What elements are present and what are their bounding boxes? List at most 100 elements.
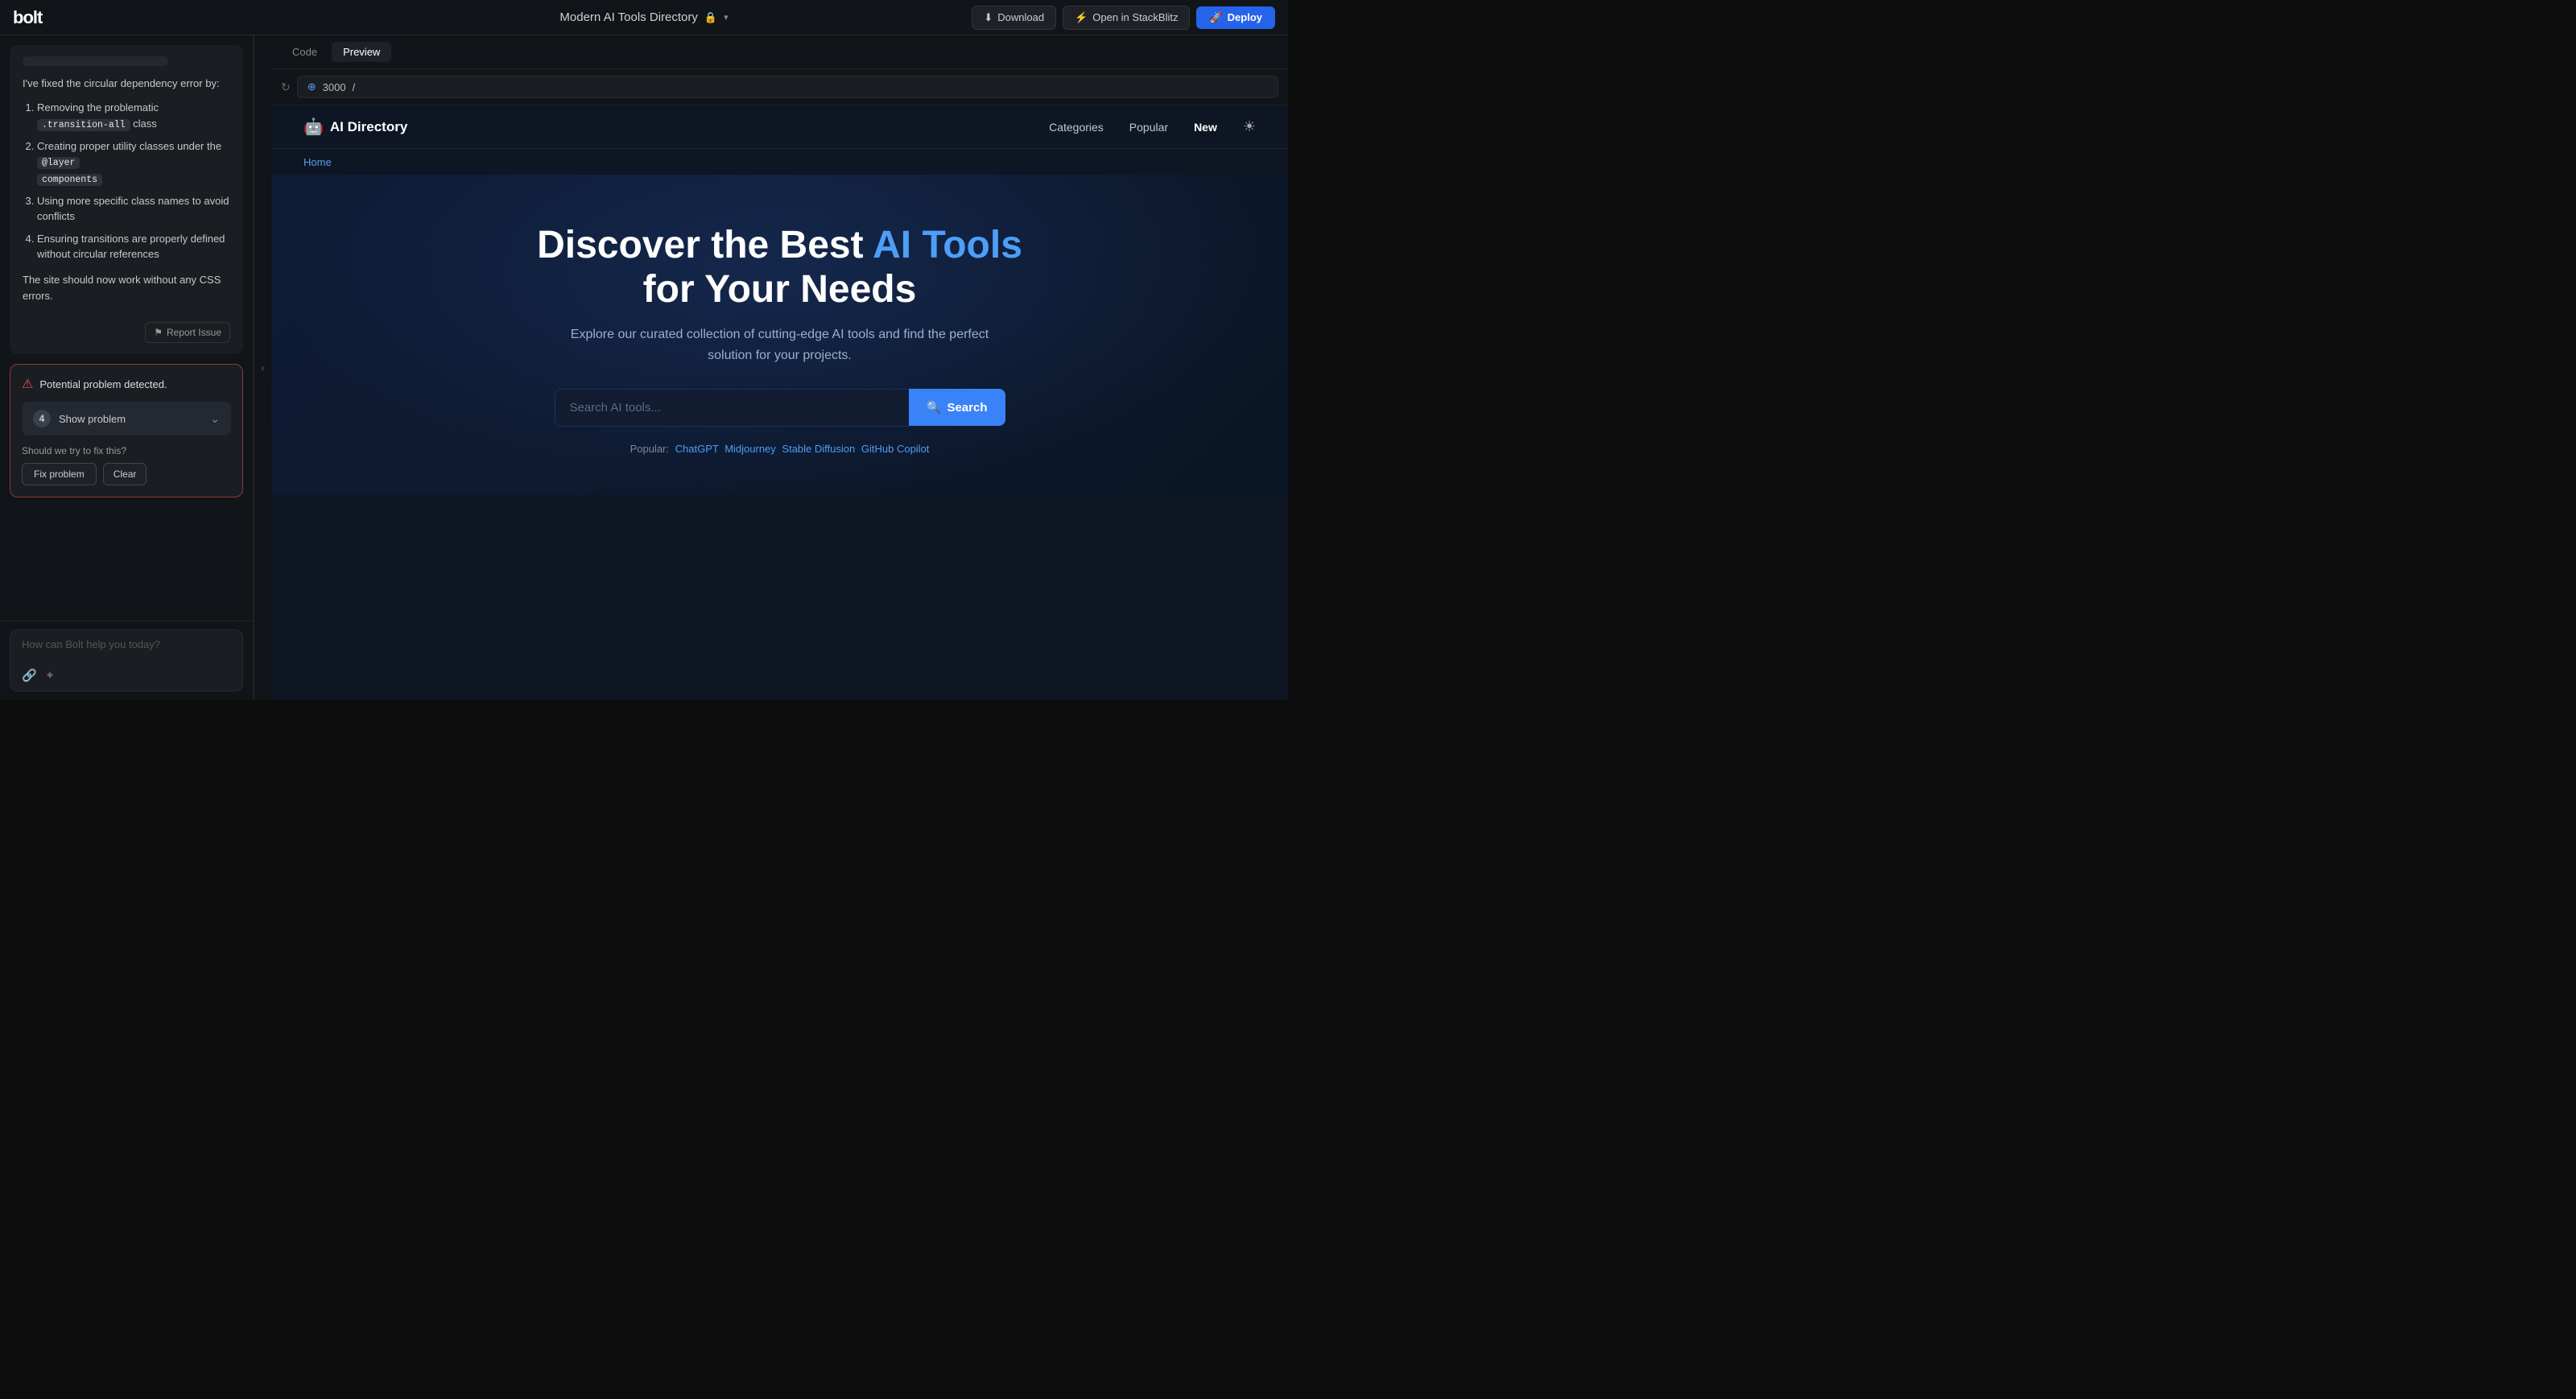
lightning-icon: ⚡ (1075, 11, 1088, 24)
fix-item-3-text: Using more specific class names to avoid… (37, 195, 229, 223)
hero-search-input[interactable] (555, 389, 909, 427)
top-bar: bolt Modern AI Tools Directory 🔒 ▾ ⬇ Dow… (0, 0, 1288, 35)
top-bar-actions: ⬇ Download ⚡ Open in StackBlitz 🚀 Deploy (972, 6, 1275, 30)
ai-directory-app: 🤖 AI Directory Categories Popular New (271, 105, 1288, 700)
fix-problem-label: Fix problem (34, 468, 85, 480)
problem-count-badge: 4 (33, 410, 51, 427)
attach-link-button[interactable]: 🔗 (22, 668, 37, 683)
nav-categories[interactable]: Categories (1049, 121, 1104, 134)
hero-title-start: Discover the Best (537, 224, 873, 266)
clear-button[interactable]: Clear (103, 463, 147, 485)
main-layout: I've fixed the circular dependency error… (0, 35, 1288, 700)
popular-midjourney[interactable]: Midjourney (724, 443, 776, 455)
nav-new[interactable]: New (1194, 121, 1217, 134)
url-icon: ⊕ (308, 80, 316, 93)
breadcrumb-home[interactable]: Home (303, 156, 332, 168)
chat-textarea[interactable] (22, 638, 231, 662)
ai-nav: 🤖 AI Directory Categories Popular New (271, 105, 1288, 149)
download-icon: ⬇ (984, 11, 993, 24)
theme-toggle-icon[interactable]: ☀ (1243, 118, 1256, 135)
code-layer: @layer (37, 157, 80, 169)
report-issue-button[interactable]: ⚑ Report Issue (145, 322, 230, 343)
tab-code[interactable]: Code (281, 42, 328, 62)
fix-problem-button[interactable]: Fix problem (22, 463, 97, 485)
fix-clear-row: Fix problem Clear (22, 463, 231, 485)
url-bar: ↻ ⊕ 3000 / (271, 69, 1288, 105)
ai-hero: Discover the Best AI Tools for Your Need… (271, 175, 1288, 495)
rocket-icon: 🚀 (1209, 11, 1222, 24)
popular-github-copilot[interactable]: GitHub Copilot (861, 443, 930, 455)
download-button[interactable]: ⬇ Download (972, 6, 1056, 30)
clear-label: Clear (114, 468, 137, 480)
ai-nav-logo: 🤖 AI Directory (303, 117, 407, 137)
nav-popular-label: Popular (1129, 121, 1168, 134)
problem-header-text: Potential problem detected. (39, 378, 167, 390)
bolt-logo-text: bolt (13, 7, 42, 27)
url-port: 3000 (323, 81, 346, 93)
top-bar-center: Modern AI Tools Directory 🔒 ▾ (559, 10, 728, 24)
popular-chatgpt[interactable]: ChatGPT (675, 443, 719, 455)
tab-preview[interactable]: Preview (332, 42, 391, 62)
problem-dropdown-left: 4 Show problem (33, 410, 126, 427)
hero-subtitle: Explore our curated collection of cuttin… (555, 324, 1005, 365)
report-issue-label: Report Issue (167, 327, 221, 338)
nav-popular[interactable]: Popular (1129, 121, 1168, 134)
fix-item-3: Using more specific class names to avoid… (37, 193, 230, 225)
chat-fix-message: I've fixed the circular dependency error… (10, 45, 243, 354)
popular-stable-diffusion[interactable]: Stable Diffusion (782, 443, 855, 455)
show-problem-dropdown[interactable]: 4 Show problem ⌄ (22, 402, 231, 435)
tab-preview-label: Preview (343, 46, 380, 58)
search-button-label: Search (947, 401, 987, 415)
hero-title-end: for Your Needs (643, 268, 917, 311)
preview-tabs: Code Preview (271, 35, 1288, 69)
chat-scroll: I've fixed the circular dependency error… (0, 35, 253, 621)
show-problem-label: Show problem (59, 413, 126, 425)
bolt-logo: bolt (13, 7, 42, 28)
left-panel: I've fixed the circular dependency error… (0, 35, 254, 700)
ai-nav-logo-text: AI Directory (330, 119, 407, 135)
chat-input-area: 🔗 ✦ (0, 621, 253, 700)
refresh-button[interactable]: ↻ (281, 80, 291, 94)
hero-title-blue: AI Tools (873, 224, 1022, 266)
nav-new-label: New (1194, 121, 1217, 134)
fix-item-4: Ensuring transitions are properly define… (37, 231, 230, 262)
code-transition-all: .transition-all (37, 119, 130, 131)
flag-icon: ⚑ (154, 327, 163, 338)
popular-row: Popular: ChatGPT Midjourney Stable Diffu… (303, 443, 1256, 455)
lock-icon: 🔒 (704, 11, 717, 24)
popular-label: Popular: (630, 443, 669, 455)
chevron-down-icon: ▾ (724, 12, 729, 23)
hero-title: Discover the Best AI Tools for Your Need… (303, 223, 1256, 312)
fix-item-2: Creating proper utility classes under th… (37, 138, 230, 187)
right-panel: Code Preview ↻ ⊕ 3000 / 🤖 AI Di (271, 35, 1288, 700)
download-label: Download (997, 11, 1044, 23)
fix-intro: I've fixed the circular dependency error… (23, 76, 230, 92)
url-input-wrap: ⊕ 3000 / (297, 76, 1278, 98)
hero-search-row: 🔍 Search (555, 389, 1005, 427)
stackblitz-label: Open in StackBlitz (1092, 11, 1178, 23)
fix-item-1: Removing the problematic .transition-all… (37, 100, 230, 132)
collapse-panel-button[interactable]: ‹ (254, 35, 271, 700)
nav-categories-label: Categories (1049, 121, 1104, 134)
chat-input-box: 🔗 ✦ (10, 629, 243, 691)
url-separator: / (353, 81, 356, 93)
fix-item-2-text: Creating proper utility classes under th… (37, 140, 221, 152)
deploy-button[interactable]: 🚀 Deploy (1196, 6, 1275, 29)
fix-list: Removing the problematic .transition-all… (23, 100, 230, 262)
search-icon: 🔍 (927, 400, 942, 415)
ai-nav-links: Categories Popular New ☀ (1049, 118, 1256, 135)
chat-input-icons: 🔗 ✦ (22, 668, 55, 683)
ai-enhance-button[interactable]: ✦ (45, 668, 56, 683)
project-title: Modern AI Tools Directory (559, 10, 697, 24)
fix-footer: The site should now work without any CSS… (23, 272, 230, 304)
hero-search-button[interactable]: 🔍 Search (909, 389, 1005, 426)
collapse-icon: ‹ (262, 362, 265, 373)
preview-content[interactable]: 🤖 AI Directory Categories Popular New (271, 105, 1288, 700)
code-components: components (37, 174, 102, 186)
open-stackblitz-button[interactable]: ⚡ Open in StackBlitz (1063, 6, 1190, 30)
should-fix-text: Should we try to fix this? (22, 445, 231, 456)
problem-header: ⚠ Potential problem detected. (22, 376, 231, 392)
fix-item-4-text: Ensuring transitions are properly define… (37, 233, 225, 261)
message-header-bar (23, 56, 168, 66)
fix-item-1-after: class (133, 118, 157, 130)
